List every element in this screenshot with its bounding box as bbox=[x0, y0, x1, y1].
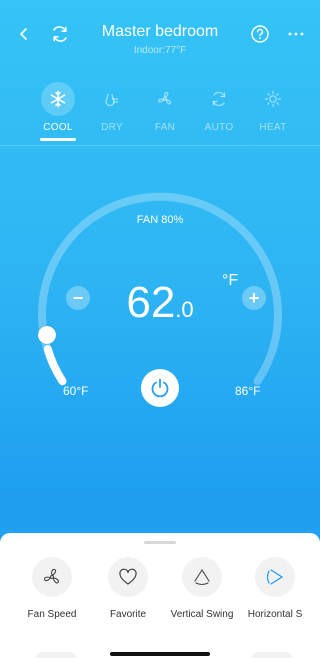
mode-cool-label: COOL bbox=[43, 122, 73, 133]
power-button[interactable] bbox=[141, 369, 179, 407]
fan-speed-icon bbox=[43, 568, 59, 584]
fan-speed-button[interactable]: Fan Speed bbox=[12, 557, 92, 620]
mode-fan-circle bbox=[148, 82, 182, 116]
more-button[interactable] bbox=[284, 22, 308, 46]
target-temperature: 62.0 bbox=[0, 278, 320, 328]
feature-sheet: Fan Speed Favorite Vertical Swing Horizo… bbox=[0, 533, 320, 658]
mode-dry-label: DRY bbox=[101, 122, 123, 133]
increase-temperature-button[interactable]: + bbox=[242, 286, 266, 310]
horizontal-swing-circle bbox=[255, 557, 295, 597]
mode-auto-circle bbox=[202, 82, 236, 116]
next-row-item bbox=[252, 652, 292, 658]
mode-cool-circle bbox=[41, 82, 75, 116]
mode-dry[interactable]: DRY bbox=[84, 82, 140, 133]
mode-fan[interactable]: FAN bbox=[137, 82, 193, 133]
sun-icon bbox=[264, 90, 282, 108]
mode-auto-label: AUTO bbox=[204, 122, 234, 133]
home-indicator[interactable] bbox=[110, 652, 210, 656]
fan-speed-readout: FAN 80% bbox=[136, 214, 184, 226]
mode-selector: COOL DRY FAN AUTO HEAT bbox=[0, 82, 320, 142]
vertical-swing-button[interactable]: Vertical Swing bbox=[162, 557, 242, 620]
min-temperature-label: 60°F bbox=[63, 384, 89, 398]
mode-heat-label: HEAT bbox=[259, 122, 287, 133]
mode-fan-label: FAN bbox=[154, 122, 176, 133]
plus-icon: + bbox=[248, 287, 260, 308]
mode-dry-circle bbox=[95, 82, 129, 116]
auto-icon bbox=[212, 91, 226, 107]
temperature-unit: °F bbox=[222, 272, 239, 289]
temperature-decimal: .0 bbox=[175, 297, 194, 322]
vertical-swing-label: Vertical Swing bbox=[170, 609, 234, 620]
max-temperature-label: 86°F bbox=[235, 384, 261, 398]
favorite-button[interactable]: Favorite bbox=[88, 557, 168, 620]
indoor-temperature: Indoor:77°F bbox=[133, 45, 187, 56]
more-icon bbox=[288, 32, 304, 36]
droplet-icon bbox=[105, 93, 118, 107]
mode-heat-circle bbox=[256, 82, 290, 116]
favorite-circle bbox=[108, 557, 148, 597]
fan-icon bbox=[158, 91, 172, 105]
fan-speed-label: Fan Speed bbox=[27, 609, 77, 620]
page-title: Master bedroom bbox=[101, 23, 219, 40]
vertical-swing-icon bbox=[194, 569, 210, 586]
dial-progress bbox=[43, 345, 67, 386]
favorite-label: Favorite bbox=[109, 609, 147, 620]
dial-knob[interactable] bbox=[37, 325, 57, 345]
mode-auto[interactable]: AUTO bbox=[191, 82, 247, 133]
mode-heat[interactable]: HEAT bbox=[245, 82, 301, 133]
vertical-swing-circle bbox=[182, 557, 222, 597]
header: Master bedroom Indoor:77°F bbox=[0, 0, 320, 70]
active-mode-indicator bbox=[40, 138, 76, 141]
mode-cool[interactable]: COOL bbox=[30, 82, 86, 141]
fan-speed-circle bbox=[32, 557, 72, 597]
power-icon bbox=[151, 378, 169, 398]
heart-icon bbox=[119, 568, 137, 585]
horizontal-swing-label: Horizontal S bbox=[247, 609, 303, 620]
sheet-grabber[interactable] bbox=[144, 541, 176, 544]
help-button[interactable] bbox=[248, 22, 272, 46]
temperature-integer: 62 bbox=[126, 278, 176, 327]
horizontal-swing-icon bbox=[266, 569, 283, 585]
ac-control-screen: Master bedroom Indoor:77°F COOL DRY FAN … bbox=[0, 0, 320, 658]
next-row-item bbox=[36, 652, 76, 658]
snowflake-icon bbox=[50, 90, 66, 108]
divider bbox=[0, 145, 320, 146]
temperature-dial: FAN 80% − 62.0 °F + 60°F 86°F bbox=[0, 160, 320, 440]
help-icon bbox=[251, 25, 269, 43]
horizontal-swing-button[interactable]: Horizontal S bbox=[235, 557, 315, 620]
